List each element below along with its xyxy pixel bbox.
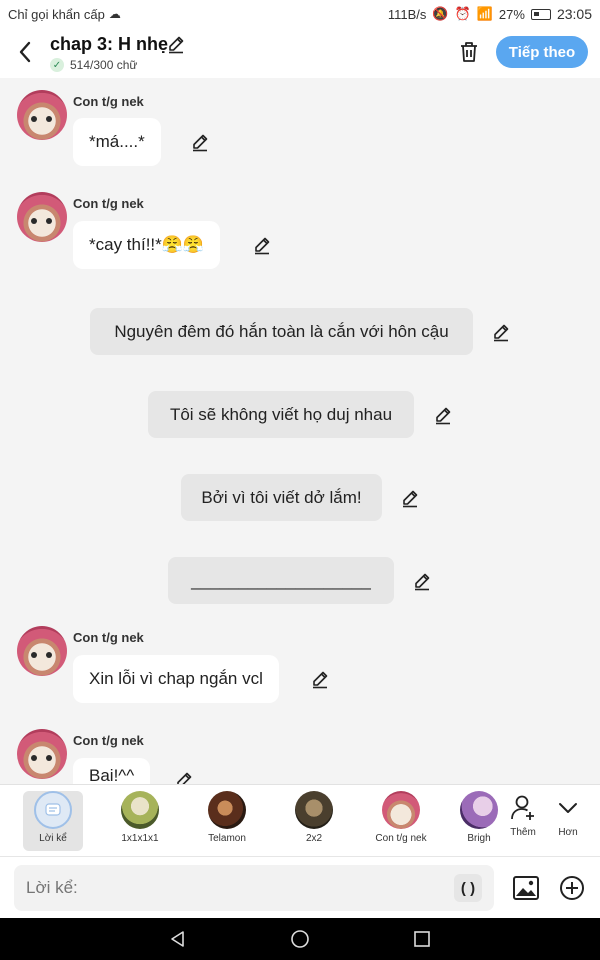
nav-back-icon[interactable] xyxy=(168,929,188,949)
add-circle-icon[interactable] xyxy=(558,874,586,902)
edit-icon[interactable] xyxy=(310,669,330,689)
trash-icon[interactable] xyxy=(458,40,480,64)
character-item[interactable]: Brigh xyxy=(458,791,500,851)
check-icon: ✓ xyxy=(50,58,64,72)
header: chap 3: H nhẹ ✓ 514/300 chữ Tiếp theo xyxy=(0,28,600,78)
edit-icon[interactable] xyxy=(252,235,272,255)
battery-icon xyxy=(530,8,551,20)
mute-icon: 🔕 xyxy=(432,6,449,21)
character-item[interactable]: Con t/g nek xyxy=(371,791,431,851)
chevron-down-icon xyxy=(559,803,577,813)
back-arrow-icon[interactable] xyxy=(16,40,36,64)
image-icon[interactable] xyxy=(512,874,540,902)
character-narrator[interactable]: Lời kể xyxy=(23,791,83,851)
edit-icon[interactable] xyxy=(190,132,210,152)
avatar[interactable] xyxy=(17,192,67,242)
message-bubble[interactable]: *má....* xyxy=(73,118,161,166)
input-bar: ( ) xyxy=(0,856,600,918)
character-item[interactable]: Telamon xyxy=(197,791,257,851)
battery-percent: 27% xyxy=(498,6,525,22)
nav-home-icon[interactable] xyxy=(290,929,310,949)
message-bubble[interactable]: *cay thí!!*😤😤 xyxy=(73,221,221,269)
character-name: Con t/g nek xyxy=(73,630,144,645)
cloud-icon: ☁ xyxy=(108,7,121,21)
avatar[interactable] xyxy=(17,90,67,140)
character-name: Con t/g nek xyxy=(73,196,144,211)
character-avatar xyxy=(460,791,498,829)
status-bar: Chỉ gọi khẩn cấp ☁ 111B/s 🔕 ⏰ 📶 27% 23:0… xyxy=(0,0,600,28)
message-bubble[interactable]: Bai!^^ xyxy=(73,758,151,784)
character-selector: Lời kể 1x1x1x1 Telamon 2x2 Con t/g nek B… xyxy=(0,784,600,857)
narrator-icon xyxy=(34,791,72,829)
character-avatar xyxy=(382,791,420,829)
edit-title-icon[interactable] xyxy=(166,34,186,54)
add-person-icon xyxy=(511,795,534,820)
character-label: Brigh xyxy=(467,833,491,844)
add-character-button[interactable]: Thêm xyxy=(503,793,543,838)
more-label: Hơn xyxy=(558,827,578,838)
character-name: Con t/g nek xyxy=(73,733,144,748)
status-emergency-text: Chỉ gọi khẩn cấp xyxy=(8,6,105,22)
narration-bubble[interactable]: Bởi vì tôi viết dở lắm! xyxy=(181,474,382,521)
character-item[interactable]: 1x1x1x1 xyxy=(110,791,170,851)
character-avatar xyxy=(208,791,246,829)
edit-icon[interactable] xyxy=(174,770,194,784)
avatar[interactable] xyxy=(17,729,67,779)
more-button[interactable]: Hơn xyxy=(548,793,588,838)
character-avatar xyxy=(295,791,333,829)
chat-area[interactable]: Con t/g nek *má....* Con t/g nek *cay th… xyxy=(0,78,600,784)
character-label: Telamon xyxy=(208,833,246,844)
alarm-icon: ⏰ xyxy=(454,6,471,21)
edit-icon[interactable] xyxy=(491,322,511,342)
wifi-icon: 📶 xyxy=(476,6,493,21)
chapter-title: chap 3: H nhẹ xyxy=(50,34,169,54)
nav-recents-icon[interactable] xyxy=(412,929,432,949)
character-label: 1x1x1x1 xyxy=(121,833,159,844)
parentheses-button[interactable]: ( ) xyxy=(454,874,482,902)
next-button[interactable]: Tiếp theo xyxy=(496,36,588,68)
message-bubble[interactable]: Xin lỗi vì chap ngắn vcl xyxy=(73,655,279,703)
character-label: 2x2 xyxy=(305,833,323,844)
narration-bubble[interactable]: Nguyên đêm đó hắn toàn là cắn với hôn cậ… xyxy=(90,308,473,355)
character-item[interactable]: 2x2 xyxy=(284,791,344,851)
avatar[interactable] xyxy=(17,626,67,676)
word-count-text: 514/300 chữ xyxy=(70,58,138,72)
edit-icon[interactable] xyxy=(400,488,420,508)
narration-input[interactable] xyxy=(14,865,494,911)
edit-icon[interactable] xyxy=(412,571,432,591)
narration-bubble[interactable]: ___________________ xyxy=(168,557,394,604)
character-label: Con t/g nek xyxy=(375,833,427,844)
network-speed: 111B/s xyxy=(387,6,427,22)
narration-bubble[interactable]: Tôi sẽ không viết họ duj nhau xyxy=(148,391,414,438)
word-count: ✓ 514/300 chữ xyxy=(50,58,137,72)
character-avatar xyxy=(121,791,159,829)
clock: 23:05 xyxy=(556,6,592,22)
character-name: Con t/g nek xyxy=(73,94,144,109)
character-label: Lời kể xyxy=(39,833,67,844)
system-nav-bar xyxy=(0,918,600,960)
add-character-label: Thêm xyxy=(510,827,536,838)
edit-icon[interactable] xyxy=(433,405,453,425)
